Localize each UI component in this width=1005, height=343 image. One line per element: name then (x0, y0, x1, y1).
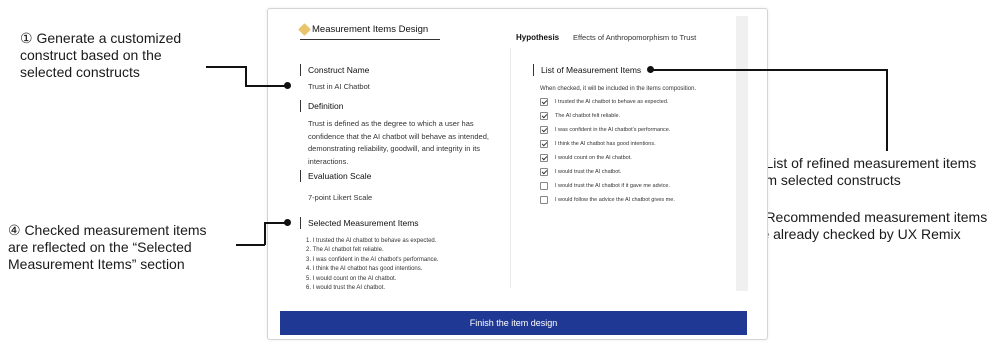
finish-item-design-button[interactable]: Finish the item design (280, 311, 747, 335)
annotation-2: ② List of refined measurement items from… (749, 155, 976, 189)
measurement-item-label: I would follow the advice the AI chatbot… (555, 197, 675, 203)
measurement-item-label: I trusted the AI chatbot to behave as ex… (555, 99, 669, 105)
annotation-line: ④ Checked measurement items (8, 222, 207, 238)
annotation-line: from selected constructs (749, 172, 901, 188)
evaluation-scale-heading: Evaluation Scale (300, 170, 371, 182)
annotation-line: are reflected on the “Selected (8, 239, 192, 255)
connector-line (886, 69, 888, 151)
selected-item: 5. I would count on the AI chatbot. (306, 275, 397, 282)
annotation-line: ② List of refined measurement items (749, 155, 977, 171)
selected-item: 6. I would trust the AI chatbot. (306, 285, 386, 292)
connector-dot (647, 66, 654, 73)
selected-items-heading: Selected Measurement Items (300, 217, 419, 229)
annotation-line: construct based on the (20, 47, 162, 63)
measurement-item-label: The AI chatbot felt reliable. (555, 113, 621, 119)
connector-dot (284, 82, 291, 89)
hypothesis-value: Effects of Anthropomorphism to Trust (573, 33, 697, 42)
annotation-1: ① Generate a customized construct based … (20, 30, 181, 81)
measurement-item[interactable]: I trusted the AI chatbot to behave as ex… (540, 95, 675, 109)
connector-line (264, 222, 266, 245)
measurement-item[interactable]: I would follow the advice the AI chatbot… (540, 193, 675, 207)
selected-item: 4. I think the AI chatbot has good inten… (306, 266, 423, 273)
checkbox[interactable] (540, 154, 548, 162)
measurement-item-label: I was confident in the AI chatbot's perf… (555, 127, 671, 133)
measurement-item[interactable]: The AI chatbot felt reliable. (540, 109, 675, 123)
checkbox[interactable] (540, 112, 548, 120)
measurement-item[interactable]: I would trust the AI chatbot if it gave … (540, 179, 675, 193)
measurement-item[interactable]: I was confident in the AI chatbot's perf… (540, 123, 675, 137)
checkbox[interactable] (540, 98, 548, 106)
annotation-line: ③ Recommended measurement items (749, 209, 988, 225)
measurement-item-label: I would trust the AI chatbot if it gave … (555, 183, 670, 189)
panel-title-text: Measurement Items Design (312, 24, 429, 35)
evaluation-scale-value: 7-point Likert Scale (308, 193, 373, 202)
title-underline (300, 39, 440, 40)
definition-line: Trust is defined as the degree to which … (308, 119, 474, 128)
construct-name-heading: Construct Name (300, 64, 369, 76)
measurement-item[interactable]: I would trust the AI chatbot. (540, 165, 675, 179)
connector-line (236, 244, 265, 246)
measurement-item[interactable]: I would count on the AI chatbot. (540, 151, 675, 165)
measurement-item-label: I would count on the AI chatbot. (555, 155, 632, 161)
definition-line: confidence that the AI chatbot will beha… (308, 131, 489, 141)
measurement-items-list: I trusted the AI chatbot to behave as ex… (540, 95, 675, 207)
connector-line (206, 66, 246, 68)
column-divider (510, 48, 511, 288)
hypothesis-label: Hypothesis (516, 33, 560, 42)
selected-item: 2. The AI chatbot felt reliable. (306, 247, 384, 254)
annotation-line: Measurement Items” section (8, 256, 185, 272)
checkbox[interactable] (540, 140, 548, 148)
annotation-3: ③ Recommended measurement items are alre… (749, 209, 987, 243)
pencil-icon (298, 23, 311, 36)
definition-heading: Definition (300, 100, 343, 112)
checkbox[interactable] (540, 182, 548, 190)
measurement-item-label: I would trust the AI chatbot. (555, 169, 622, 175)
annotation-line: are already checked by UX Remix (749, 226, 961, 242)
annotation-line: selected constructs (20, 64, 140, 80)
measurement-item[interactable]: I think the AI chatbot has good intentio… (540, 137, 675, 151)
connector-line (245, 66, 247, 86)
selected-item: 1. I trusted the AI chatbot to behave as… (306, 238, 437, 244)
definition-line: demonstrating reliability, goodwill, and… (308, 144, 481, 153)
help-text: When checked, it will be included in the… (540, 86, 697, 92)
construct-name-value: Trust in AI Chatbot (308, 82, 370, 91)
definition-line: interactions. (308, 156, 349, 166)
connector-dot (284, 219, 291, 226)
selected-item: 3. I was confident in the AI chatbot's p… (306, 256, 439, 263)
panel-scrollbar[interactable] (736, 16, 748, 291)
connector-line (653, 69, 887, 71)
connector-line (245, 85, 287, 87)
definition-text: Trust is defined as the degree to which … (308, 118, 489, 168)
checkbox[interactable] (540, 126, 548, 134)
measurement-item-label: I think the AI chatbot has good intentio… (555, 141, 656, 147)
checkbox[interactable] (540, 168, 548, 176)
annotation-4: ④ Checked measurement items are reflecte… (8, 222, 207, 273)
checkbox[interactable] (540, 196, 548, 204)
selected-items-list: 1. I trusted the AI chatbot to behave as… (306, 237, 439, 293)
measurement-list-heading: List of Measurement Items (533, 64, 641, 76)
annotation-line: ① Generate a customized (20, 30, 182, 46)
panel-title: Measurement Items Design (298, 23, 429, 36)
